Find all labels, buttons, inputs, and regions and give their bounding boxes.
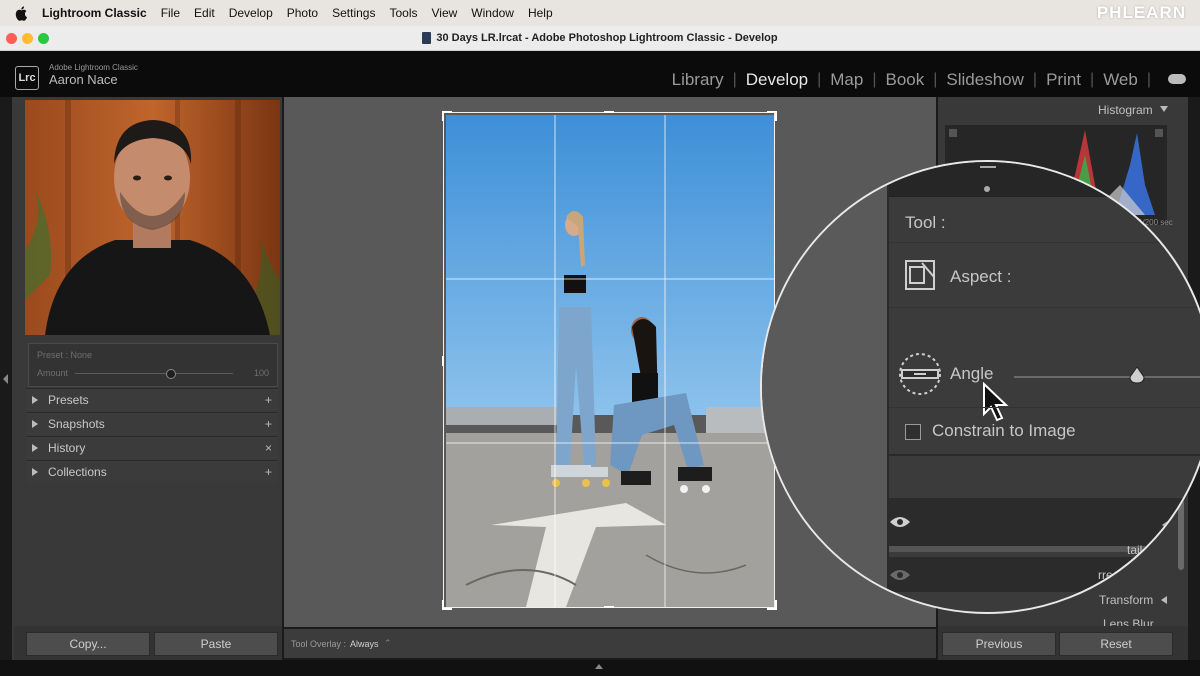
mac-menubar: Lightroom Classic File Edit Develop Phot… bbox=[0, 0, 1200, 26]
mouse-cursor-icon bbox=[983, 382, 1009, 422]
menu-help[interactable]: Help bbox=[528, 6, 553, 20]
develop-toolbar: Tool Overlay : Always ⌃ bbox=[284, 629, 936, 658]
add-snapshot-icon[interactable]: + bbox=[265, 417, 272, 431]
crop-handle-top-left[interactable] bbox=[442, 111, 452, 121]
aspect-label: Aspect : bbox=[950, 267, 1012, 286]
zoom-callout: Tool : Aspect : Angle Constrain to Image… bbox=[760, 160, 1200, 614]
apple-icon[interactable] bbox=[14, 5, 30, 21]
crop-aspect-icon[interactable] bbox=[902, 257, 938, 293]
histogram-header[interactable]: Histogram bbox=[1098, 103, 1153, 117]
phlearn-watermark: PHLEARN bbox=[1096, 3, 1186, 22]
add-collection-icon[interactable]: + bbox=[265, 465, 272, 479]
menu-window[interactable]: Window bbox=[471, 6, 514, 20]
straighten-tool-icon[interactable] bbox=[896, 350, 944, 398]
crop-frame[interactable] bbox=[443, 112, 775, 608]
magnified-canvas bbox=[762, 162, 887, 612]
lrc-logo: Lrc bbox=[15, 66, 39, 90]
amount-slider-thumb[interactable] bbox=[165, 369, 176, 379]
minimize-window-button[interactable] bbox=[22, 33, 33, 44]
snapshots-panel-header[interactable]: Snapshots + bbox=[26, 412, 278, 435]
amount-label: Amount bbox=[37, 368, 69, 378]
collapse-left-panel-icon[interactable] bbox=[3, 374, 8, 384]
slider-thumb-icon bbox=[1129, 366, 1145, 384]
brand-name: Adobe Lightroom Classic bbox=[49, 63, 138, 72]
menu-settings[interactable]: Settings bbox=[332, 6, 375, 20]
expand-triangle-icon bbox=[32, 420, 38, 428]
reset-button[interactable]: Reset bbox=[1059, 632, 1173, 656]
menu-app-name[interactable]: Lightroom Classic bbox=[42, 6, 147, 20]
collections-panel-header[interactable]: Collections + bbox=[26, 460, 278, 483]
document-icon bbox=[422, 32, 432, 44]
expand-filmstrip-icon[interactable] bbox=[595, 664, 603, 669]
eye-icon-dim[interactable] bbox=[889, 568, 911, 582]
user-name: Aaron Nace bbox=[49, 72, 118, 87]
detail-panel-header[interactable]: tail bbox=[1127, 543, 1142, 557]
cloud-icon[interactable] bbox=[1168, 74, 1186, 84]
add-preset-icon[interactable]: + bbox=[265, 393, 272, 407]
tool-overlay-label: Tool Overlay : bbox=[291, 639, 347, 649]
transform-panel-header[interactable]: Transform bbox=[1099, 593, 1153, 607]
angle-slider-thumb[interactable] bbox=[1129, 366, 1145, 384]
amount-value: 100 bbox=[253, 368, 269, 378]
window-titlebar: 30 Days LR.lrcat - Adobe Photoshop Light… bbox=[0, 26, 1200, 51]
expand-triangle-icon bbox=[32, 396, 38, 404]
panel-expand-icon[interactable] bbox=[1162, 520, 1169, 530]
transform-expand-icon[interactable] bbox=[1161, 596, 1167, 604]
close-window-button[interactable] bbox=[6, 33, 17, 44]
previous-button[interactable]: Previous bbox=[942, 632, 1056, 656]
menu-view[interactable]: View bbox=[431, 6, 457, 20]
module-web[interactable]: Web bbox=[1103, 70, 1138, 90]
lens-corrections-panel-header[interactable]: rrections bbox=[1098, 568, 1144, 582]
crop-handle-bottom-left[interactable] bbox=[442, 600, 452, 610]
menu-photo[interactable]: Photo bbox=[287, 6, 318, 20]
module-library[interactable]: Library bbox=[672, 70, 724, 90]
highlight-clipping-icon[interactable] bbox=[1155, 129, 1163, 137]
expand-triangle-icon bbox=[32, 444, 38, 452]
tool-label: Tool : bbox=[905, 213, 946, 232]
angle-slider-track[interactable] bbox=[1014, 376, 1200, 378]
paste-button[interactable]: Paste bbox=[154, 632, 278, 656]
histogram-slider-icon bbox=[980, 166, 996, 168]
module-slideshow[interactable]: Slideshow bbox=[946, 70, 1024, 90]
constrain-to-image-label: Constrain to Image bbox=[932, 421, 1076, 440]
crop-handle-bottom[interactable] bbox=[604, 606, 614, 608]
amount-slider-track[interactable] bbox=[75, 373, 233, 374]
constrain-checkbox[interactable] bbox=[905, 424, 921, 440]
menu-tools[interactable]: Tools bbox=[389, 6, 417, 20]
zoom-window-button[interactable] bbox=[38, 33, 49, 44]
crop-handle-top[interactable] bbox=[604, 111, 614, 113]
expand-triangle-icon bbox=[32, 468, 38, 476]
module-map[interactable]: Map bbox=[830, 70, 863, 90]
shadow-clipping-icon[interactable] bbox=[949, 129, 957, 137]
clear-history-icon[interactable]: × bbox=[265, 441, 272, 455]
eye-icon[interactable] bbox=[889, 515, 911, 529]
tool-overlay-select[interactable]: Always bbox=[350, 639, 379, 649]
angle-label: Angle bbox=[950, 364, 994, 383]
menu-develop[interactable]: Develop bbox=[229, 6, 273, 20]
menu-edit[interactable]: Edit bbox=[194, 6, 215, 20]
presets-panel-header[interactable]: Presets + bbox=[26, 388, 278, 411]
presenter-video bbox=[25, 100, 280, 335]
presenter-image bbox=[25, 100, 280, 335]
history-panel-header[interactable]: History × bbox=[26, 436, 278, 459]
preset-label: Preset : None bbox=[37, 350, 93, 360]
histogram-collapse-icon[interactable] bbox=[1160, 106, 1168, 112]
tool-overlay-chevron-icon[interactable]: ⌃ bbox=[384, 638, 392, 649]
menu-file[interactable]: File bbox=[161, 6, 180, 20]
module-picker: Library | Develop | Map | Book | Slideshow | … bbox=[671, 70, 1151, 90]
module-develop[interactable]: Develop bbox=[746, 70, 808, 90]
module-book[interactable]: Book bbox=[886, 70, 925, 90]
copy-button[interactable]: Copy... bbox=[26, 632, 150, 656]
crop-handle-top-right[interactable] bbox=[767, 111, 777, 121]
crop-handle-left[interactable] bbox=[442, 356, 444, 366]
preset-amount-panel: Preset : None Amount 100 bbox=[28, 343, 278, 387]
window-title: 30 Days LR.lrcat - Adobe Photoshop Light… bbox=[422, 32, 778, 44]
module-print[interactable]: Print bbox=[1046, 70, 1081, 90]
